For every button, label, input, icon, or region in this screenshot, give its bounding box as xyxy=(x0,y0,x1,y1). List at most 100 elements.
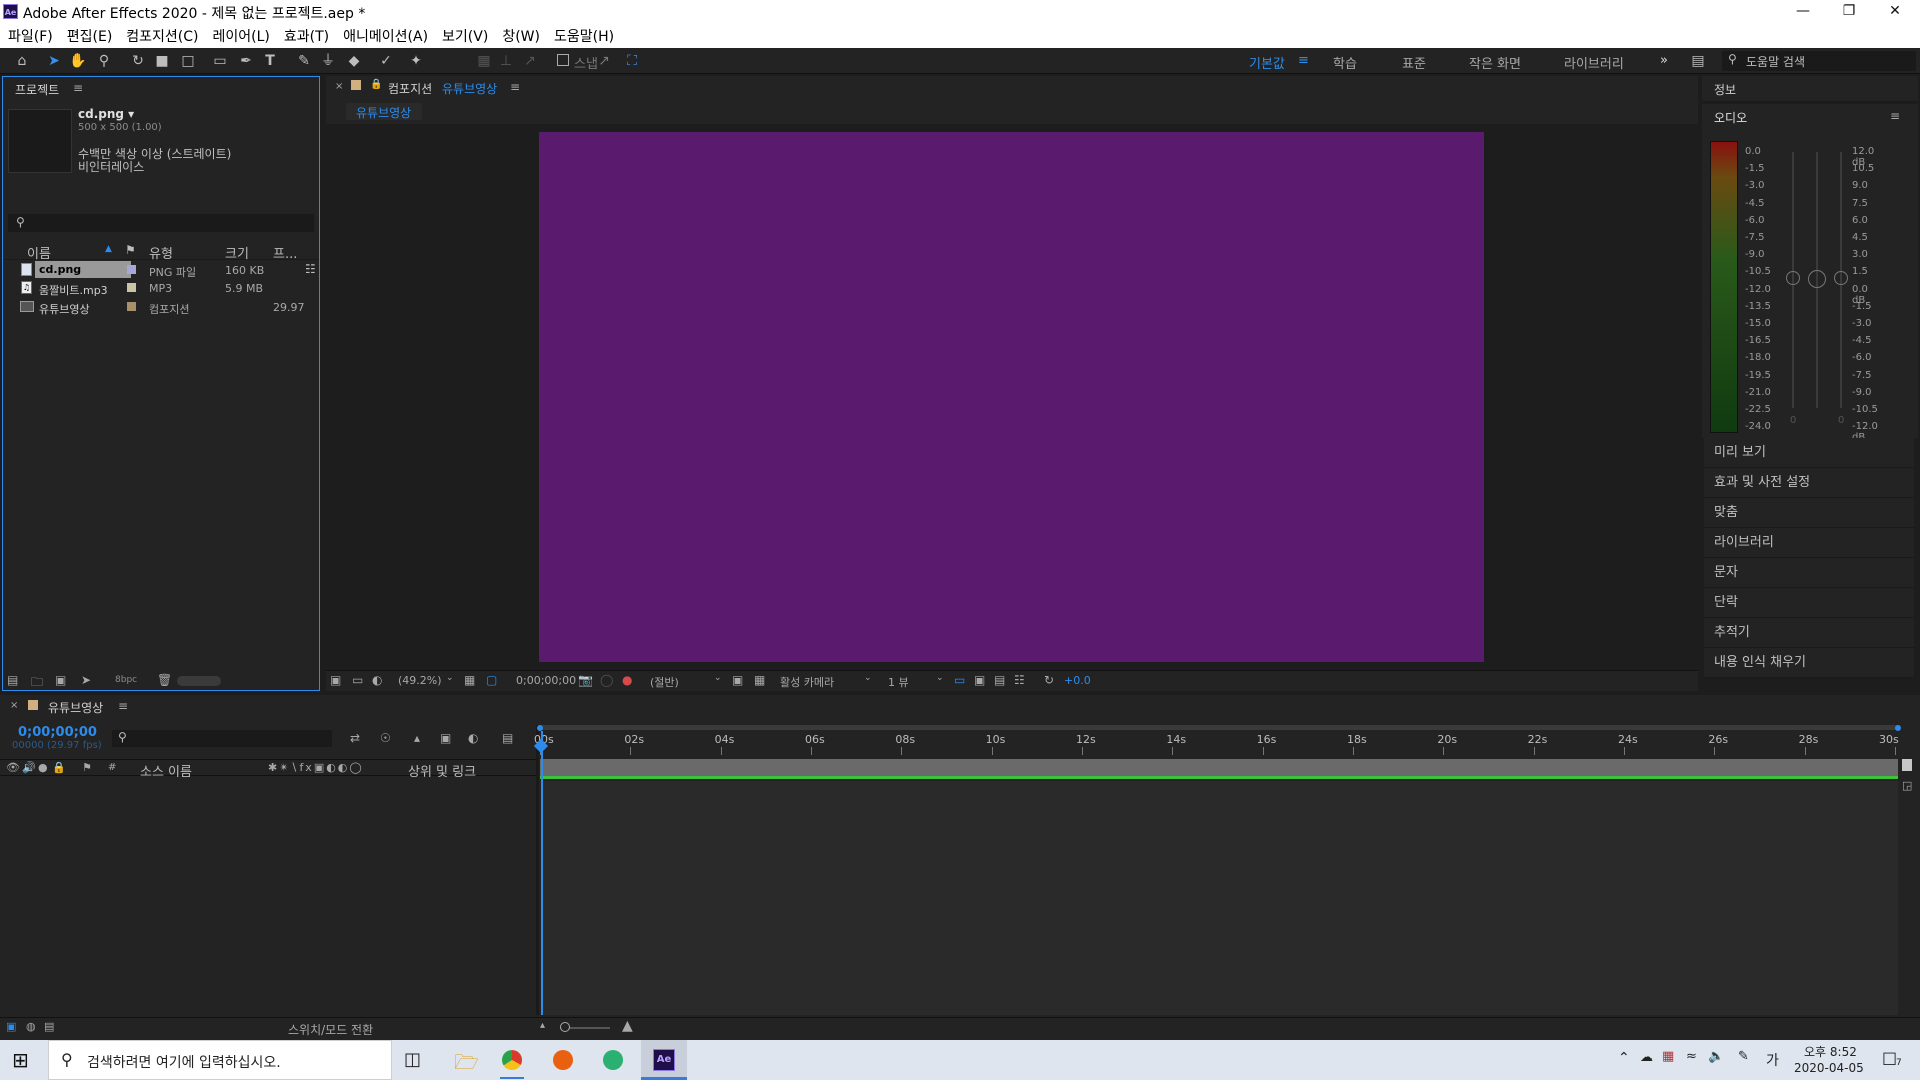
zoom-in-icon[interactable]: ▲ xyxy=(622,1018,633,1034)
menu-layer[interactable]: 레이어(L) xyxy=(213,26,270,46)
menu-edit[interactable]: 편집(E) xyxy=(67,26,113,46)
panel-menu-icon[interactable]: ≡ xyxy=(73,81,83,95)
zoom-out-icon[interactable]: ▴ xyxy=(540,1020,545,1031)
timeline-icon[interactable]: ▤ xyxy=(994,673,1005,687)
label-color-swatch[interactable] xyxy=(127,265,136,274)
new-folder-icon[interactable]: 🗀 xyxy=(31,673,43,694)
exposure-value[interactable]: +0.0 xyxy=(1064,674,1091,687)
composition-canvas[interactable] xyxy=(539,132,1484,662)
help-search-box[interactable]: ⚲ 도움말 검색 xyxy=(1722,51,1916,71)
fast-previews-icon[interactable]: ▣ xyxy=(974,673,985,687)
render-queue-icon[interactable]: ➤ xyxy=(81,673,91,687)
column-type[interactable]: 유형 xyxy=(149,243,173,262)
motion-blur-icon[interactable]: ◐ xyxy=(468,731,478,745)
rectangle-tool-icon[interactable]: ▭ xyxy=(210,51,230,71)
label-color-swatch[interactable] xyxy=(127,283,136,292)
chevron-down-icon[interactable]: ⌄ xyxy=(446,673,454,683)
show-snapshot-icon[interactable]: ◯ xyxy=(600,673,613,687)
right-channel-slider[interactable] xyxy=(1834,271,1848,285)
snapshot-icon[interactable]: 📷 xyxy=(578,673,593,687)
app-green-icon[interactable] xyxy=(603,1050,623,1070)
timeline-timecode[interactable]: 0;00;00;00 xyxy=(18,725,97,740)
flowchart-icon[interactable]: ☷ xyxy=(305,262,316,276)
puppet-pin-tool-icon[interactable]: ✦ xyxy=(406,51,426,71)
menu-effect[interactable]: 효과(T) xyxy=(284,26,329,46)
project-search-input[interactable]: ⚲ xyxy=(8,214,314,232)
playhead[interactable] xyxy=(541,731,543,1015)
transfer-controls-icon[interactable]: ◍ xyxy=(26,1020,36,1033)
channel-rgb-icon[interactable]: ● xyxy=(622,673,632,687)
right-panel-item[interactable]: 추적기 xyxy=(1704,618,1914,648)
sort-asc-icon[interactable]: ▲ xyxy=(105,244,112,254)
comp-tab-name[interactable]: 유튜브영상 xyxy=(442,80,497,97)
work-area-end-handle[interactable] xyxy=(1895,725,1901,731)
rotate-tool-icon[interactable]: ↻ xyxy=(128,51,148,71)
always-preview-icon[interactable]: ▣ xyxy=(330,673,341,687)
item-name[interactable]: 유튜브영상 xyxy=(39,301,90,317)
right-panel-item[interactable]: 라이브러리 xyxy=(1704,528,1914,558)
eraser-tool-icon[interactable]: ◆ xyxy=(344,51,364,71)
menu-file[interactable]: 파일(F) xyxy=(8,26,53,46)
trash-icon[interactable]: 🗑 xyxy=(157,673,172,687)
monitor-icon[interactable]: ▭ xyxy=(352,673,363,687)
menu-composition[interactable]: 컴포지션(C) xyxy=(126,26,198,46)
snap-checkbox[interactable] xyxy=(557,54,569,66)
chrome-icon[interactable] xyxy=(502,1050,522,1070)
solo-icon[interactable]: ● xyxy=(38,761,48,774)
chevron-down-icon[interactable]: ⌄ xyxy=(936,673,944,683)
app-orange-icon[interactable] xyxy=(553,1050,573,1070)
thumbnail-size-slider[interactable] xyxy=(177,676,221,686)
video-eye-icon[interactable]: 👁 xyxy=(6,761,20,774)
left-channel-slider[interactable] xyxy=(1786,271,1800,285)
snap-options-icon[interactable]: ⛶ xyxy=(622,51,642,71)
flowchart-icon[interactable]: ☷ xyxy=(1014,673,1025,687)
reset-exposure-icon[interactable]: ↻ xyxy=(1044,673,1054,687)
item-name[interactable]: 움짤비트.mp3 xyxy=(39,282,108,298)
draft-3d-icon[interactable]: ☉ xyxy=(380,731,391,745)
column-framerate[interactable]: 프... xyxy=(273,243,297,262)
selection-tool-icon[interactable]: ➤ xyxy=(44,51,64,71)
tray-overflow-icon[interactable]: ⌃ xyxy=(1618,1050,1630,1066)
wifi-icon[interactable]: ≈ xyxy=(1686,1049,1697,1064)
workspace-learn[interactable]: 학습 xyxy=(1333,53,1357,72)
close-tab-icon[interactable]: × xyxy=(335,81,343,92)
windows-start-icon[interactable]: ⊞ xyxy=(12,1048,29,1072)
chevron-down-icon[interactable]: ⌄ xyxy=(864,673,872,683)
timeline-search-input[interactable]: ⚲ xyxy=(112,730,332,747)
panel-menu-icon[interactable]: ≡ xyxy=(510,80,520,94)
brush-tool-icon[interactable]: ✎ xyxy=(294,51,314,71)
info-tab[interactable]: 정보 xyxy=(1714,81,1736,98)
right-panel-item[interactable]: 맞춤 xyxy=(1704,498,1914,528)
chevron-down-icon[interactable]: ⌄ xyxy=(714,673,722,683)
3d-glasses-icon[interactable]: ◐ xyxy=(372,673,382,687)
audio-tab[interactable]: 오디오 xyxy=(1714,109,1747,126)
pan-behind-tool-icon[interactable]: □ xyxy=(178,51,198,71)
menu-window[interactable]: 창(W) xyxy=(502,26,540,46)
label-tag-icon[interactable]: ⚑ xyxy=(82,761,92,774)
minimize-icon[interactable]: — xyxy=(1780,0,1826,24)
layer-switches-icon[interactable]: ✱✴∖fx▣◐◐◯ xyxy=(268,761,364,774)
menu-view[interactable]: 보기(V) xyxy=(442,26,488,46)
menu-help[interactable]: 도움말(H) xyxy=(554,26,614,46)
close-icon[interactable]: ✕ xyxy=(1872,0,1918,24)
resolution-select[interactable]: (절반) xyxy=(650,674,679,690)
world-axis-icon[interactable]: ⊥ xyxy=(496,51,516,71)
timeline-graph-area[interactable] xyxy=(542,781,1898,1015)
comp-mini-flowchart-icon[interactable]: ⇄ xyxy=(350,731,360,745)
hand-tool-icon[interactable]: ✋ xyxy=(68,51,88,71)
comp-subtab[interactable]: 유튜브영상 xyxy=(346,103,422,120)
zoom-level[interactable]: (49.2%) xyxy=(398,674,442,687)
audio-speaker-icon[interactable]: 🔊 xyxy=(22,761,36,774)
item-name[interactable]: cd.png xyxy=(35,261,131,278)
view-layout-select[interactable]: 1 뷰 xyxy=(888,674,909,690)
home-icon[interactable]: ⌂ xyxy=(12,51,32,71)
view-axis-icon[interactable]: ↗ xyxy=(520,51,540,71)
time-ruler[interactable]: 00s 02s 04s 06s 08s 10s 12s 14s 16s 18s 20s 22s 24s 2… xyxy=(534,733,1900,757)
graph-editor-icon[interactable]: ▤ xyxy=(502,731,513,745)
label-color-swatch[interactable] xyxy=(127,302,136,311)
camera-tool-icon[interactable]: ■ xyxy=(152,51,172,71)
transparency-grid-icon[interactable]: ▦ xyxy=(754,673,765,687)
workspace-small-screen[interactable]: 작은 화면 xyxy=(1469,53,1521,72)
column-name[interactable]: 이름 xyxy=(27,243,51,262)
panel-menu-icon[interactable]: ≡ xyxy=(1890,109,1900,123)
